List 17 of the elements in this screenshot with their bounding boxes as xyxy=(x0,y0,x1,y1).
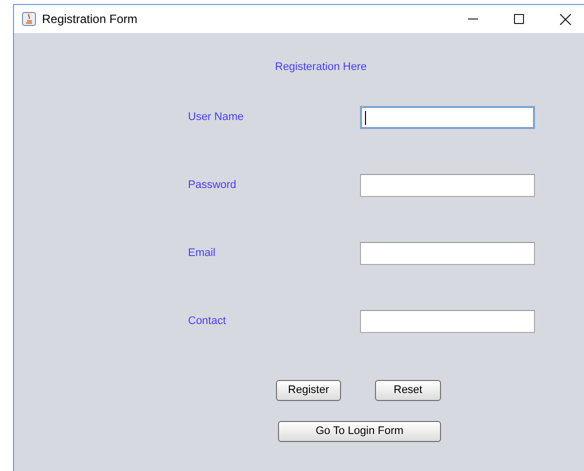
field-label: Contact xyxy=(188,314,227,330)
reset-button[interactable]: Reset xyxy=(375,380,441,401)
field-label: User Name xyxy=(188,110,245,126)
register-button[interactable]: Register xyxy=(276,380,341,401)
app-icon xyxy=(22,12,36,26)
maximize-icon[interactable] xyxy=(514,14,524,24)
field-label: Password xyxy=(188,178,238,194)
input-field[interactable] xyxy=(360,174,535,197)
login-form-button[interactable]: Go To Login Form xyxy=(278,421,441,442)
text-cursor xyxy=(365,110,366,124)
window-title: Registration Form xyxy=(42,11,138,28)
input-field[interactable] xyxy=(360,310,535,333)
input-field[interactable] xyxy=(360,242,535,265)
field-label: Email xyxy=(188,246,217,262)
input-field[interactable] xyxy=(360,106,535,129)
close-icon[interactable] xyxy=(560,14,571,24)
form-heading: Registeration Here xyxy=(275,60,367,75)
